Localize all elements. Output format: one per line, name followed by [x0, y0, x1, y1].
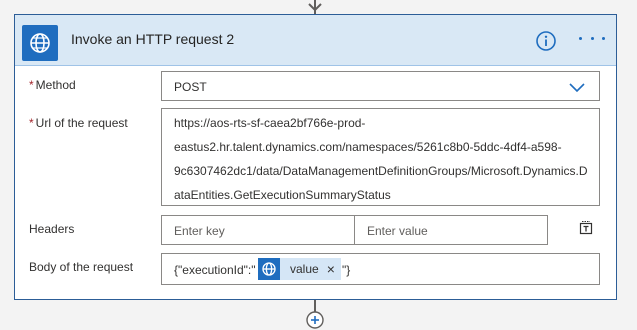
card-header[interactable]: Invoke an HTTP request 2 — [15, 15, 616, 66]
headers-label: Headers — [29, 222, 75, 236]
url-line: 9c6307462dc1/data/DataManagementDefiniti… — [174, 164, 588, 178]
globe-icon — [22, 25, 58, 61]
globe-icon — [258, 258, 280, 280]
header-key-input[interactable]: Enter key — [161, 215, 355, 245]
url-line: ataEntities.GetExecutionSummaryStatus — [174, 188, 391, 202]
http-action-card: Invoke an HTTP request 2 * Method POST * U… — [14, 14, 617, 300]
body-prefix-text: {"executionId":" — [174, 263, 256, 277]
switch-to-text-mode-icon[interactable] — [578, 220, 594, 236]
url-input[interactable]: https://aos-rts-sf-caea2bf766e-prod- eas… — [161, 108, 600, 206]
url-value: https://aos-rts-sf-caea2bf766e-prod- eas… — [174, 111, 591, 207]
add-step-icon[interactable] — [305, 310, 325, 330]
url-line: https://aos-rts-sf-caea2bf766e-prod- — [174, 116, 366, 130]
url-label: * Url of the request — [29, 116, 128, 130]
info-icon[interactable] — [535, 30, 557, 52]
chevron-down-icon[interactable] — [569, 81, 585, 93]
required-mark: * — [29, 116, 34, 130]
required-mark: * — [29, 78, 34, 92]
method-select[interactable]: POST — [161, 71, 600, 101]
header-value-input[interactable]: Enter value — [354, 215, 548, 245]
body-label: Body of the request — [29, 260, 134, 274]
header-key-placeholder: Enter key — [174, 224, 225, 238]
arrow-down-icon — [308, 3, 322, 12]
method-label-text: Method — [35, 78, 76, 92]
method-value: POST — [174, 80, 207, 94]
url-line: eastus2.hr.talent.dynamics.com/namespace… — [174, 140, 562, 154]
body-input[interactable]: {"executionId":" value × "} — [161, 253, 600, 285]
method-label: * Method — [29, 78, 76, 92]
url-label-text: Url of the request — [35, 116, 128, 130]
card-title: Invoke an HTTP request 2 — [71, 31, 235, 47]
more-options-icon[interactable] — [579, 28, 605, 48]
header-value-placeholder: Enter value — [367, 224, 428, 238]
body-suffix-text: "} — [342, 263, 351, 277]
token-label: value — [290, 262, 319, 276]
remove-token-icon[interactable]: × — [327, 261, 335, 277]
dynamic-content-token[interactable]: value × — [258, 258, 341, 280]
